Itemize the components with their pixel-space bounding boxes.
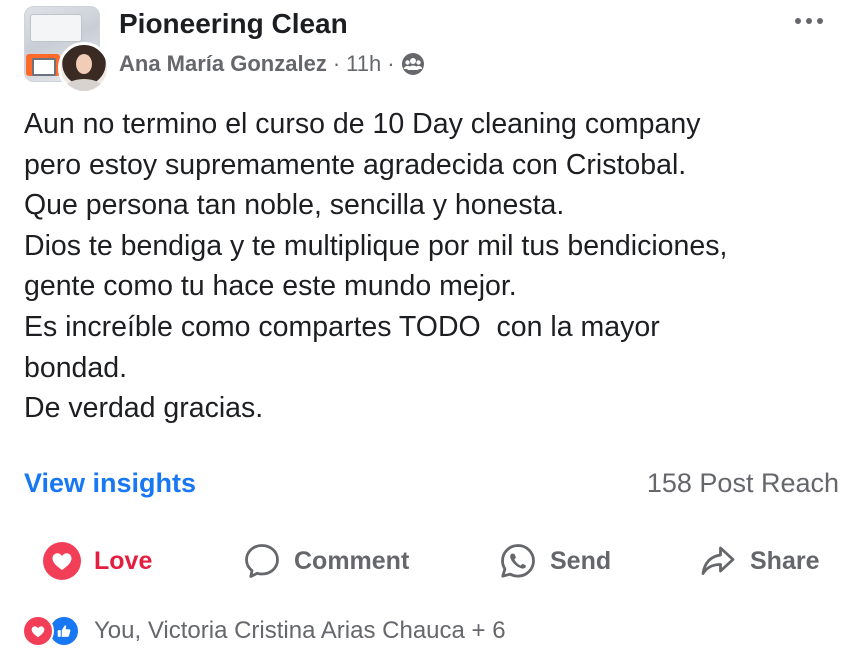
comment-icon: [242, 541, 282, 581]
reactions-text: You, Victoria Cristina Arias Chauca + 6: [94, 617, 506, 644]
author-name[interactable]: Ana María Gonzalez: [119, 51, 327, 77]
reaction-icons: [22, 614, 86, 648]
share-arrow-icon: [698, 541, 738, 581]
post-text-line: Dios te bendiga y te multiplique por mil…: [24, 229, 728, 262]
post-time[interactable]: 11h: [346, 51, 381, 77]
more-options-icon[interactable]: [784, 6, 834, 36]
send-label: Send: [550, 546, 612, 575]
meta-separator: ·: [332, 51, 341, 76]
group-privacy-icon: [401, 52, 425, 76]
post-text-line: gente como tu hace este mundo mejor.: [24, 270, 517, 303]
post-text-line: Que persona tan noble, sencilla y honest…: [24, 189, 565, 222]
share-button[interactable]: Share: [698, 536, 819, 586]
comment-label: Comment: [294, 546, 410, 575]
reactions-summary[interactable]: You, Victoria Cristina Arias Chauca + 6: [22, 614, 506, 648]
love-label: Love: [94, 546, 153, 575]
heart-icon: [42, 541, 82, 581]
whatsapp-icon: [498, 541, 538, 581]
author-avatar[interactable]: [58, 42, 110, 94]
love-button[interactable]: Love: [42, 536, 152, 586]
post-header: Pioneering Clean Ana María Gonzalez · 11…: [24, 6, 834, 94]
post-reach-count: 158 Post Reach: [646, 468, 839, 498]
share-label: Share: [750, 546, 820, 575]
post-action-bar: Love Comment Send Share: [0, 536, 845, 586]
post-text-line: Es increíble como compartes TODO con la …: [24, 310, 660, 343]
post-text-line: pero estoy supremamente agradecida con C…: [24, 148, 687, 181]
love-reaction-icon: [22, 615, 54, 647]
view-insights-link[interactable]: View insights: [24, 468, 196, 499]
post-text-line: bondad.: [24, 351, 128, 384]
post-body: Aun no termino el curso de 10 Day cleani…: [24, 104, 836, 429]
comment-button[interactable]: Comment: [242, 536, 409, 586]
meta-separator-2: ·: [387, 51, 395, 76]
post-text-line: De verdad gracias.: [24, 392, 264, 425]
send-button[interactable]: Send: [498, 536, 611, 586]
group-name[interactable]: Pioneering Clean: [119, 8, 348, 40]
post-text-line: Aun no termino el curso de 10 Day cleani…: [24, 108, 701, 140]
post-meta: Ana María Gonzalez · 11h ·: [119, 51, 425, 77]
